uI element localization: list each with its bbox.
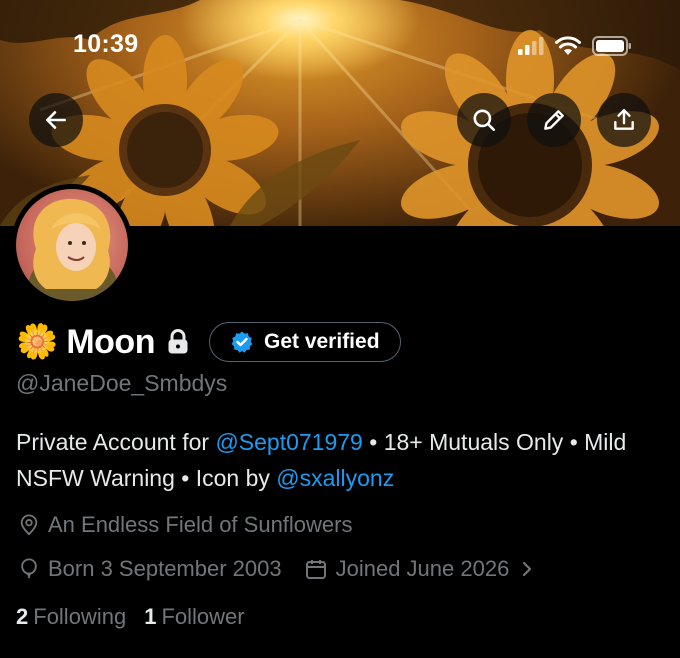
chevron-right-icon[interactable]	[517, 559, 537, 579]
calendar-icon	[305, 560, 326, 579]
search-icon	[473, 109, 496, 132]
bio-mention-link[interactable]: @Sept071979	[215, 429, 362, 455]
location-text: An Endless Field of Sunflowers	[48, 512, 353, 537]
get-verified-label: Get verified	[263, 330, 380, 353]
balloon-icon	[21, 558, 37, 579]
cellular-signal-icon	[518, 37, 544, 55]
verified-badge-icon	[231, 331, 253, 353]
follow-stats: 2 Following 1 Follower	[16, 604, 263, 630]
share-icon	[614, 109, 634, 130]
lock-icon	[168, 329, 188, 354]
name-row: 🌼 Moon Get verified	[16, 320, 401, 364]
flower-emoji: 🌼	[16, 323, 59, 361]
dates-row: Born 3 September 2003 Joined June 2026	[18, 556, 545, 582]
search-button[interactable]	[457, 93, 511, 147]
following-label: Following	[33, 604, 127, 629]
location-row: An Endless Field of Sunflowers	[18, 512, 353, 538]
avatar[interactable]	[11, 184, 133, 306]
birthday-text: Born 3 September 2003	[48, 556, 282, 581]
wifi-icon	[555, 36, 581, 55]
share-button[interactable]	[597, 93, 651, 147]
avatar-image	[16, 189, 128, 301]
edit-button[interactable]	[527, 93, 581, 147]
get-verified-button[interactable]: Get verified	[208, 322, 401, 362]
user-handle: @JaneDoe_Smbdys	[16, 370, 228, 396]
following-link[interactable]: 2 Following	[16, 604, 126, 630]
bio-mention-link[interactable]: @sxallyonz	[276, 465, 394, 491]
pencil-icon	[544, 110, 564, 130]
display-name: Moon	[66, 322, 155, 361]
following-count: 2	[16, 604, 29, 629]
bio-text: Private Account for	[16, 429, 216, 455]
joined-text: Joined June 2026	[335, 556, 510, 581]
location-pin-icon	[20, 514, 38, 536]
status-time: 10:39	[73, 30, 139, 58]
battery-icon	[592, 36, 631, 56]
status-icons	[518, 36, 632, 56]
followers-label: Follower	[161, 604, 245, 629]
bio: Private Account for @Sept071979 • 18+ Mu…	[16, 424, 666, 496]
back-button[interactable]	[29, 93, 83, 147]
followers-link[interactable]: 1 Follower	[144, 604, 244, 630]
back-arrow-icon	[46, 111, 66, 129]
followers-count: 1	[144, 604, 157, 629]
